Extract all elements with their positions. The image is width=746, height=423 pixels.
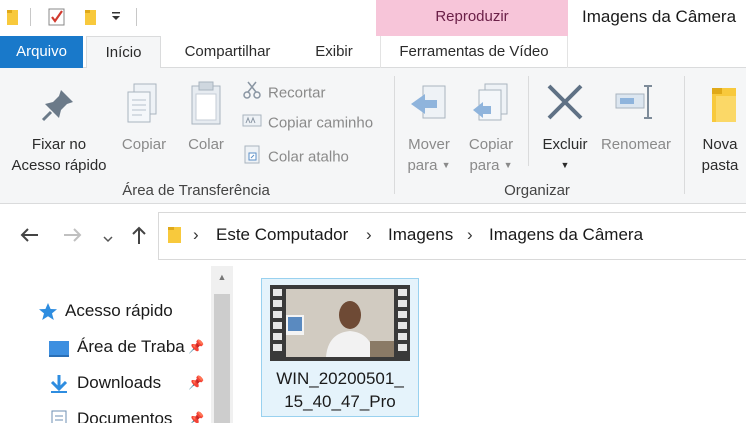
- move-to-icon: [400, 80, 458, 134]
- nav-label: Área de Traba: [77, 337, 185, 356]
- scissors-icon: [242, 80, 262, 107]
- ribbon-group-separator: [394, 76, 395, 194]
- file-name-line2: 15_40_47_Pro: [284, 392, 396, 411]
- document-icon: [48, 410, 70, 423]
- dropdown-caret-icon: ▼: [503, 160, 513, 170]
- copy-to-icon: [462, 80, 520, 134]
- nav-pane-scrollbar[interactable]: ▲: [211, 266, 233, 423]
- nav-item-documents[interactable]: Documentos 📌: [48, 408, 208, 423]
- tab-view[interactable]: Exibir: [300, 36, 368, 68]
- back-arrow-icon[interactable]: [18, 224, 40, 252]
- desktop-icon: [48, 338, 70, 362]
- file-name: WIN_20200501_ 15_40_47_Pro: [262, 367, 418, 413]
- move-to-label-line1: Mover: [408, 136, 450, 153]
- folder-icon: [167, 225, 183, 249]
- copy-icon: [116, 80, 172, 134]
- folder-icon: [6, 8, 20, 30]
- copy-label: Copiar: [121, 136, 167, 153]
- clipboard-group-label: Área de Transferência: [122, 182, 270, 199]
- pinned-icon: 📌: [188, 339, 205, 354]
- dropdown-caret-icon: ▼: [441, 160, 451, 170]
- paste-button[interactable]: Colar: [180, 80, 232, 155]
- tab-video-tools[interactable]: Ferramentas de Vídeo: [380, 36, 568, 68]
- paste-shortcut-button[interactable]: Colar atalho: [242, 144, 349, 166]
- new-folder-label-line2: pasta: [701, 157, 739, 174]
- nav-item-downloads[interactable]: Downloads 📌: [48, 372, 208, 398]
- tab-share[interactable]: Compartilhar: [170, 36, 285, 68]
- delete-button[interactable]: Excluir ▼: [534, 80, 596, 176]
- recent-locations-chevron-icon[interactable]: [102, 228, 114, 251]
- breadcrumb-chevron-icon[interactable]: ›: [366, 225, 372, 245]
- title-bar: Reproduzir Imagens da Câmera: [0, 0, 746, 36]
- forward-arrow-icon[interactable]: [62, 224, 84, 252]
- dropdown-caret-icon: ▼: [560, 160, 570, 170]
- download-arrow-icon: [48, 374, 70, 399]
- delete-x-icon: [534, 80, 596, 134]
- breadcrumb-chevron-icon[interactable]: ›: [193, 225, 199, 245]
- file-item-video[interactable]: WIN_20200501_ 15_40_47_Pro: [261, 278, 419, 417]
- cut-label: Recortar: [268, 84, 326, 102]
- file-name-line1: WIN_20200501_: [276, 369, 404, 388]
- breadcrumb-this-pc[interactable]: Este Computador: [216, 225, 348, 245]
- copy-path-icon: [242, 112, 262, 135]
- address-bar[interactable]: › Este Computador › Imagens › Imagens da…: [158, 212, 746, 260]
- scrollbar-thumb[interactable]: [214, 294, 230, 423]
- tab-home[interactable]: Início: [86, 36, 161, 69]
- new-folder-icon: [694, 80, 746, 134]
- breadcrumb-pictures[interactable]: Imagens: [388, 225, 453, 245]
- pinned-icon: 📌: [188, 411, 205, 423]
- cut-button[interactable]: Recortar: [242, 80, 326, 102]
- video-thumbnail: [270, 285, 410, 365]
- scroll-up-arrow-icon[interactable]: ▲: [211, 272, 233, 282]
- delete-label: Excluir: [542, 136, 588, 153]
- paste-shortcut-label: Colar atalho: [268, 148, 349, 166]
- ribbon-group-separator: [528, 76, 529, 166]
- pin-to-quick-access-button[interactable]: Fixar no Acesso rápido: [6, 84, 112, 176]
- nav-label: Acesso rápido: [65, 301, 173, 320]
- paste-label: Colar: [188, 136, 224, 153]
- pin-label-line2: Acesso rápido: [11, 157, 107, 174]
- nav-label: Downloads: [77, 373, 162, 392]
- copy-path-label: Copiar caminho: [268, 114, 374, 132]
- window-title: Imagens da Câmera: [582, 7, 737, 26]
- properties-checkmark-icon[interactable]: [48, 8, 66, 30]
- pinned-icon: 📌: [188, 375, 205, 390]
- tab-file[interactable]: Arquivo: [0, 36, 83, 68]
- copy-to-button[interactable]: Copiar para ▼: [462, 80, 520, 176]
- pin-label-line1: Fixar no: [31, 136, 87, 153]
- rename-label: Renomear: [600, 136, 672, 153]
- move-to-button[interactable]: Mover para ▼: [400, 80, 458, 176]
- rename-button[interactable]: Renomear: [598, 80, 674, 155]
- breadcrumb-camera-roll[interactable]: Imagens da Câmera: [489, 225, 643, 245]
- ribbon-group-separator: [684, 76, 685, 194]
- paste-clipboard-icon: [180, 80, 232, 134]
- copy-to-label-line2: para: [469, 157, 500, 174]
- rename-icon: [598, 80, 674, 134]
- up-arrow-icon[interactable]: [128, 224, 150, 252]
- navigation-pane: Acesso rápido Área de Traba 📌 Downloads …: [0, 266, 236, 423]
- context-tab-play: Reproduzir: [376, 0, 568, 36]
- ribbon-tabs: Arquivo Início Compartilhar Exibir Ferra…: [0, 36, 746, 69]
- new-folder-label-line1: Nova: [702, 136, 738, 153]
- organize-group-label: Organizar: [504, 182, 570, 199]
- pin-icon: [6, 84, 112, 134]
- copy-button[interactable]: Copiar: [116, 80, 172, 155]
- nav-item-desktop[interactable]: Área de Traba 📌: [48, 336, 208, 362]
- nav-label: Documentos: [77, 409, 173, 423]
- breadcrumb-chevron-icon[interactable]: ›: [467, 225, 473, 245]
- paste-shortcut-icon: [242, 144, 262, 171]
- toolbar-separator: [136, 8, 137, 26]
- new-folder-button[interactable]: Nova pasta: [694, 80, 746, 176]
- new-folder-qat-icon[interactable]: [84, 8, 98, 30]
- toolbar-separator: [30, 8, 31, 26]
- copy-path-button[interactable]: Copiar caminho: [242, 112, 373, 134]
- customize-qat-chevron-icon[interactable]: [110, 6, 122, 27]
- move-to-label-line2: para: [407, 157, 438, 174]
- copy-to-label-line1: Copiar: [468, 136, 514, 153]
- star-icon: [38, 302, 58, 327]
- ribbon: Fixar no Acesso rápido Copiar Colar Reco…: [0, 68, 746, 204]
